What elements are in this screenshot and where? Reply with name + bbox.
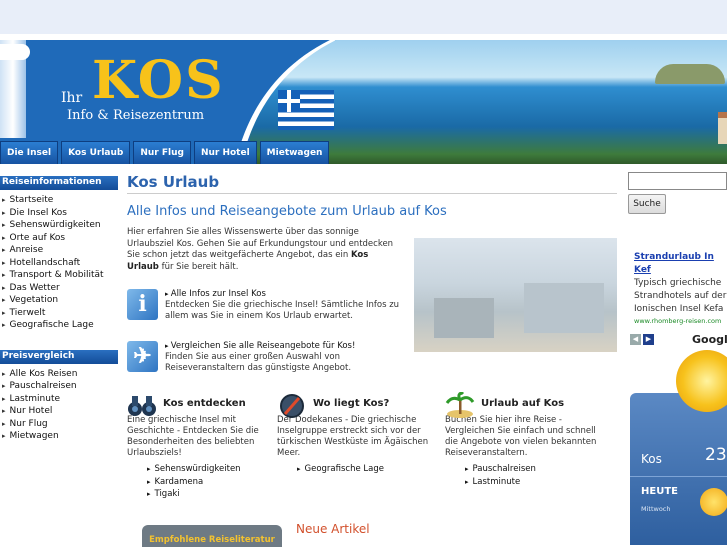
link-geografische-lage[interactable]: Geografische Lage — [277, 463, 432, 476]
column-wo-liegt-kos-text: Der Dodekanes - Die griechische Inselgru… — [277, 415, 429, 458]
sidebar-item-die-insel-kos[interactable]: Die Insel Kos — [0, 207, 118, 220]
sidebar-item-startseite[interactable]: Startseite — [0, 194, 118, 207]
island-shape — [655, 64, 725, 84]
photo-building-a — [434, 298, 494, 338]
ad-line-2: Strandhotels auf der — [634, 291, 727, 301]
sidebar-item-orte[interactable]: Orte auf Kos — [0, 232, 118, 245]
sidebar-item-mietwagen[interactable]: Mietwagen — [0, 430, 118, 443]
sidebar-item-hotellandschaft[interactable]: Hotellandschaft — [0, 257, 118, 270]
column-wo-liegt-kos: Wo liegt Kos? Der Dodekanes - Die griech… — [277, 394, 432, 476]
sidebar-item-lastminute[interactable]: Lastminute — [0, 393, 118, 406]
nav-nur-flug[interactable]: Nur Flug — [133, 141, 191, 164]
page-subtitle: Alle Infos und Reiseangebote zum Urlaub … — [127, 204, 447, 219]
weather-day: HEUTE — [641, 486, 678, 497]
google-label: Google — [692, 333, 727, 346]
weather-temperature: 23 — [705, 445, 727, 465]
search-input[interactable] — [628, 172, 727, 190]
link-sehenswuerdigkeiten[interactable]: Sehenswürdigkeiten — [127, 463, 282, 476]
column-urlaub-auf-kos-title: Urlaub auf Kos — [481, 398, 565, 409]
top-bar — [0, 0, 727, 34]
column-urlaub-auf-kos-links: Pauschalreisen Lastminute — [445, 463, 600, 488]
logo-subtitle: Info & Reisezentrum — [67, 108, 205, 123]
ad-url[interactable]: www.rhomberg-reisen.com — [634, 316, 727, 326]
column-kos-entdecken: Kos entdecken Eine griechische Insel mit… — [127, 396, 282, 501]
flag-cross — [278, 90, 300, 112]
sidebar-heading-preisvergleich: Preisvergleich — [0, 349, 118, 364]
palm-island-icon — [445, 392, 475, 418]
column-kos-entdecken-title: Kos entdecken — [163, 398, 246, 409]
intro-text: Hier erfahren Sie alles Wissenswerte übe… — [127, 227, 400, 273]
feature-reiseangebote-text: Finden Sie aus einer großen Auswahl von … — [165, 352, 352, 373]
link-kardamena[interactable]: Kardamena — [127, 476, 282, 489]
main-content: Kos Urlaub Alle Infos und Reiseangebote … — [127, 173, 617, 499]
sidebar-item-vegetation[interactable]: Vegetation — [0, 294, 118, 307]
nav-mietwagen[interactable]: Mietwagen — [259, 141, 330, 164]
greek-flag — [278, 90, 334, 130]
logo-kos[interactable]: KOS — [92, 50, 225, 111]
feature-reiseangebote: ✈ Vergleichen Sie alle Reiseangebote für… — [127, 341, 407, 374]
sidebar-item-alle-kos-reisen[interactable]: Alle Kos Reisen — [0, 368, 118, 381]
page-title: Kos Urlaub — [127, 173, 220, 191]
nav-nur-hotel[interactable]: Nur Hotel — [193, 141, 257, 164]
sidebar-item-transport[interactable]: Transport & Mobilität — [0, 269, 118, 282]
intro-part2: für Sie bereit hält. — [158, 261, 239, 272]
main-nav: Die Insel Kos Urlaub Nur Flug Nur Hotel … — [0, 141, 332, 164]
column-urlaub-auf-kos-text: Buchen Sie hier ihre Reise - Vergleichen… — [445, 415, 597, 458]
link-pauschalreisen[interactable]: Pauschalreisen — [445, 463, 600, 476]
compass-icon — [280, 394, 304, 418]
column-kos-entdecken-links: Sehenswürdigkeiten Kardamena Tigaki — [127, 463, 282, 501]
airplane-icon: ✈ — [127, 341, 158, 372]
ad-next-icon[interactable]: ▶ — [643, 334, 654, 345]
ad-line-3: Ionischen Insel Kefa — [634, 304, 724, 314]
feature-insel-text: Entdecken Sie die griechische Insel! Säm… — [165, 300, 400, 321]
link-lastminute[interactable]: Lastminute — [445, 476, 600, 489]
nav-die-insel[interactable]: Die Insel — [0, 141, 59, 164]
ad-title[interactable]: Strandurlaub In Kef — [634, 251, 727, 277]
ad-block: Strandurlaub In Kef Typisch griechische … — [634, 251, 727, 326]
sidebar-item-nur-hotel[interactable]: Nur Hotel — [0, 405, 118, 418]
link-tigaki[interactable]: Tigaki — [127, 488, 282, 501]
weather-dayname: Mittwoch — [641, 505, 671, 513]
column-wo-liegt-kos-title: Wo liegt Kos? — [313, 398, 390, 409]
column-kos-entdecken-text: Eine griechische Insel mit Geschichte - … — [127, 415, 259, 458]
neue-artikel-heading: Neue Artikel — [296, 522, 370, 536]
search-button[interactable]: Suche — [628, 194, 666, 214]
binoculars-icon — [128, 396, 156, 416]
weather-widget — [630, 393, 727, 545]
feature-insel-link[interactable]: Alle Infos zur Insel Kos — [165, 289, 407, 300]
sidebar-item-anreise[interactable]: Anreise — [0, 244, 118, 257]
sidebar-item-nur-flug[interactable]: Nur Flug — [0, 418, 118, 431]
sidebar-item-pauschalreisen[interactable]: Pauschalreisen — [0, 380, 118, 393]
sidebar-item-sehenswuerdigkeiten[interactable]: Sehenswürdigkeiten — [0, 219, 118, 232]
photo-building-b — [524, 283, 604, 333]
column-capital — [0, 44, 30, 60]
search-box: Suche — [628, 172, 727, 214]
sidebar: Reiseinformationen Startseite Die Insel … — [0, 176, 118, 461]
feature-reiseangebote-link[interactable]: Vergleichen Sie alle Reiseangebote für K… — [165, 341, 407, 352]
nav-kos-urlaub[interactable]: Kos Urlaub — [61, 141, 131, 164]
column-icon — [0, 40, 30, 138]
weather-divider — [630, 476, 727, 477]
sidebar-list-reiseinformationen: Startseite Die Insel Kos Sehenswürdigkei… — [0, 194, 118, 332]
column-wo-liegt-kos-links: Geografische Lage — [277, 463, 432, 476]
sidebar-item-tierwelt[interactable]: Tierwelt — [0, 307, 118, 320]
logo-ihr: Ihr — [61, 90, 83, 106]
sidebar-item-geografische-lage[interactable]: Geografische Lage — [0, 319, 118, 332]
content-photo — [414, 238, 617, 352]
reiseliteratur-box[interactable]: Empfohlene Reiseliteratur — [142, 525, 282, 547]
feature-insel: i Alle Infos zur Insel KosEntdecken Sie … — [127, 289, 407, 322]
sidebar-list-preisvergleich: Alle Kos Reisen Pauschalreisen Lastminut… — [0, 368, 118, 443]
title-divider — [127, 193, 617, 194]
info-icon: i — [127, 289, 158, 320]
ad-prev-icon[interactable]: ◀ — [630, 334, 641, 345]
ad-line-1: Typisch griechische — [634, 278, 722, 288]
sidebar-heading-reiseinformationen: Reiseinformationen — [0, 176, 118, 190]
building-shape — [718, 112, 727, 144]
weather-sun-small-icon — [700, 488, 727, 516]
weather-city: Kos — [641, 452, 662, 466]
sidebar-item-wetter[interactable]: Das Wetter — [0, 282, 118, 295]
column-urlaub-auf-kos: Urlaub auf Kos Buchen Sie hier ihre Reis… — [445, 392, 600, 488]
